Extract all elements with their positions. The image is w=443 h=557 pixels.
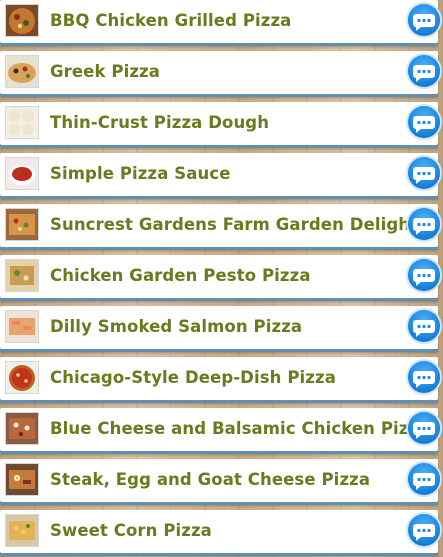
recipe-thumbnail (5, 55, 39, 88)
list-item[interactable]: Suncrest Gardens Farm Garden Delight (0, 204, 440, 247)
list-item[interactable]: Simple Pizza Sauce (0, 153, 440, 196)
recipe-thumbnail (5, 259, 39, 292)
chat-bubble-icon[interactable] (408, 361, 440, 393)
chat-bubble-icon[interactable] (408, 106, 440, 138)
recipe-title: Sweet Corn Pizza (50, 521, 212, 540)
chat-bubble-icon[interactable] (408, 157, 440, 189)
list-item[interactable]: Steak, Egg and Goat Cheese Pizza (0, 459, 440, 502)
recipe-thumbnail (5, 4, 39, 37)
list-item[interactable]: Chicken Garden Pesto Pizza (0, 255, 440, 298)
chat-bubble-icon[interactable] (408, 208, 440, 240)
recipe-title: Dilly Smoked Salmon Pizza (50, 317, 303, 336)
list-item[interactable]: Sweet Corn Pizza (0, 510, 440, 553)
recipe-thumbnail (5, 463, 39, 496)
chat-bubble-icon[interactable] (408, 4, 440, 36)
chat-bubble-icon[interactable] (408, 55, 440, 87)
recipe-thumbnail (5, 412, 39, 445)
recipe-thumbnail (5, 106, 39, 139)
recipe-title: Blue Cheese and Balsamic Chicken Pizza (50, 419, 430, 438)
recipe-thumbnail (5, 310, 39, 343)
chat-bubble-icon[interactable] (408, 259, 440, 291)
recipe-title: BBQ Chicken Grilled Pizza (50, 11, 292, 30)
list-item[interactable]: Chicago-Style Deep-Dish Pizza (0, 357, 440, 400)
recipe-title: Thin-Crust Pizza Dough (50, 113, 270, 132)
list-item[interactable]: BBQ Chicken Grilled Pizza (0, 0, 440, 43)
list-item[interactable]: Greek Pizza (0, 51, 440, 94)
recipe-title: Chicago-Style Deep-Dish Pizza (50, 368, 336, 387)
recipe-thumbnail (5, 208, 39, 241)
recipe-thumbnail (5, 361, 39, 394)
recipe-thumbnail (5, 157, 39, 190)
chat-bubble-icon[interactable] (408, 514, 440, 546)
chat-bubble-icon[interactable] (408, 412, 440, 444)
recipe-thumbnail (5, 514, 39, 547)
recipe-title: Steak, Egg and Goat Cheese Pizza (50, 470, 371, 489)
chat-bubble-icon[interactable] (408, 310, 440, 342)
recipe-title: Greek Pizza (50, 62, 160, 81)
list-item[interactable]: Blue Cheese and Balsamic Chicken Pizza (0, 408, 440, 451)
recipe-title: Simple Pizza Sauce (50, 164, 231, 183)
recipe-title: Chicken Garden Pesto Pizza (50, 266, 311, 285)
list-item[interactable]: Thin-Crust Pizza Dough (0, 102, 440, 145)
chat-bubble-icon[interactable] (408, 463, 440, 495)
recipe-title: Suncrest Gardens Farm Garden Delight (50, 215, 419, 234)
list-item[interactable]: Dilly Smoked Salmon Pizza (0, 306, 440, 349)
